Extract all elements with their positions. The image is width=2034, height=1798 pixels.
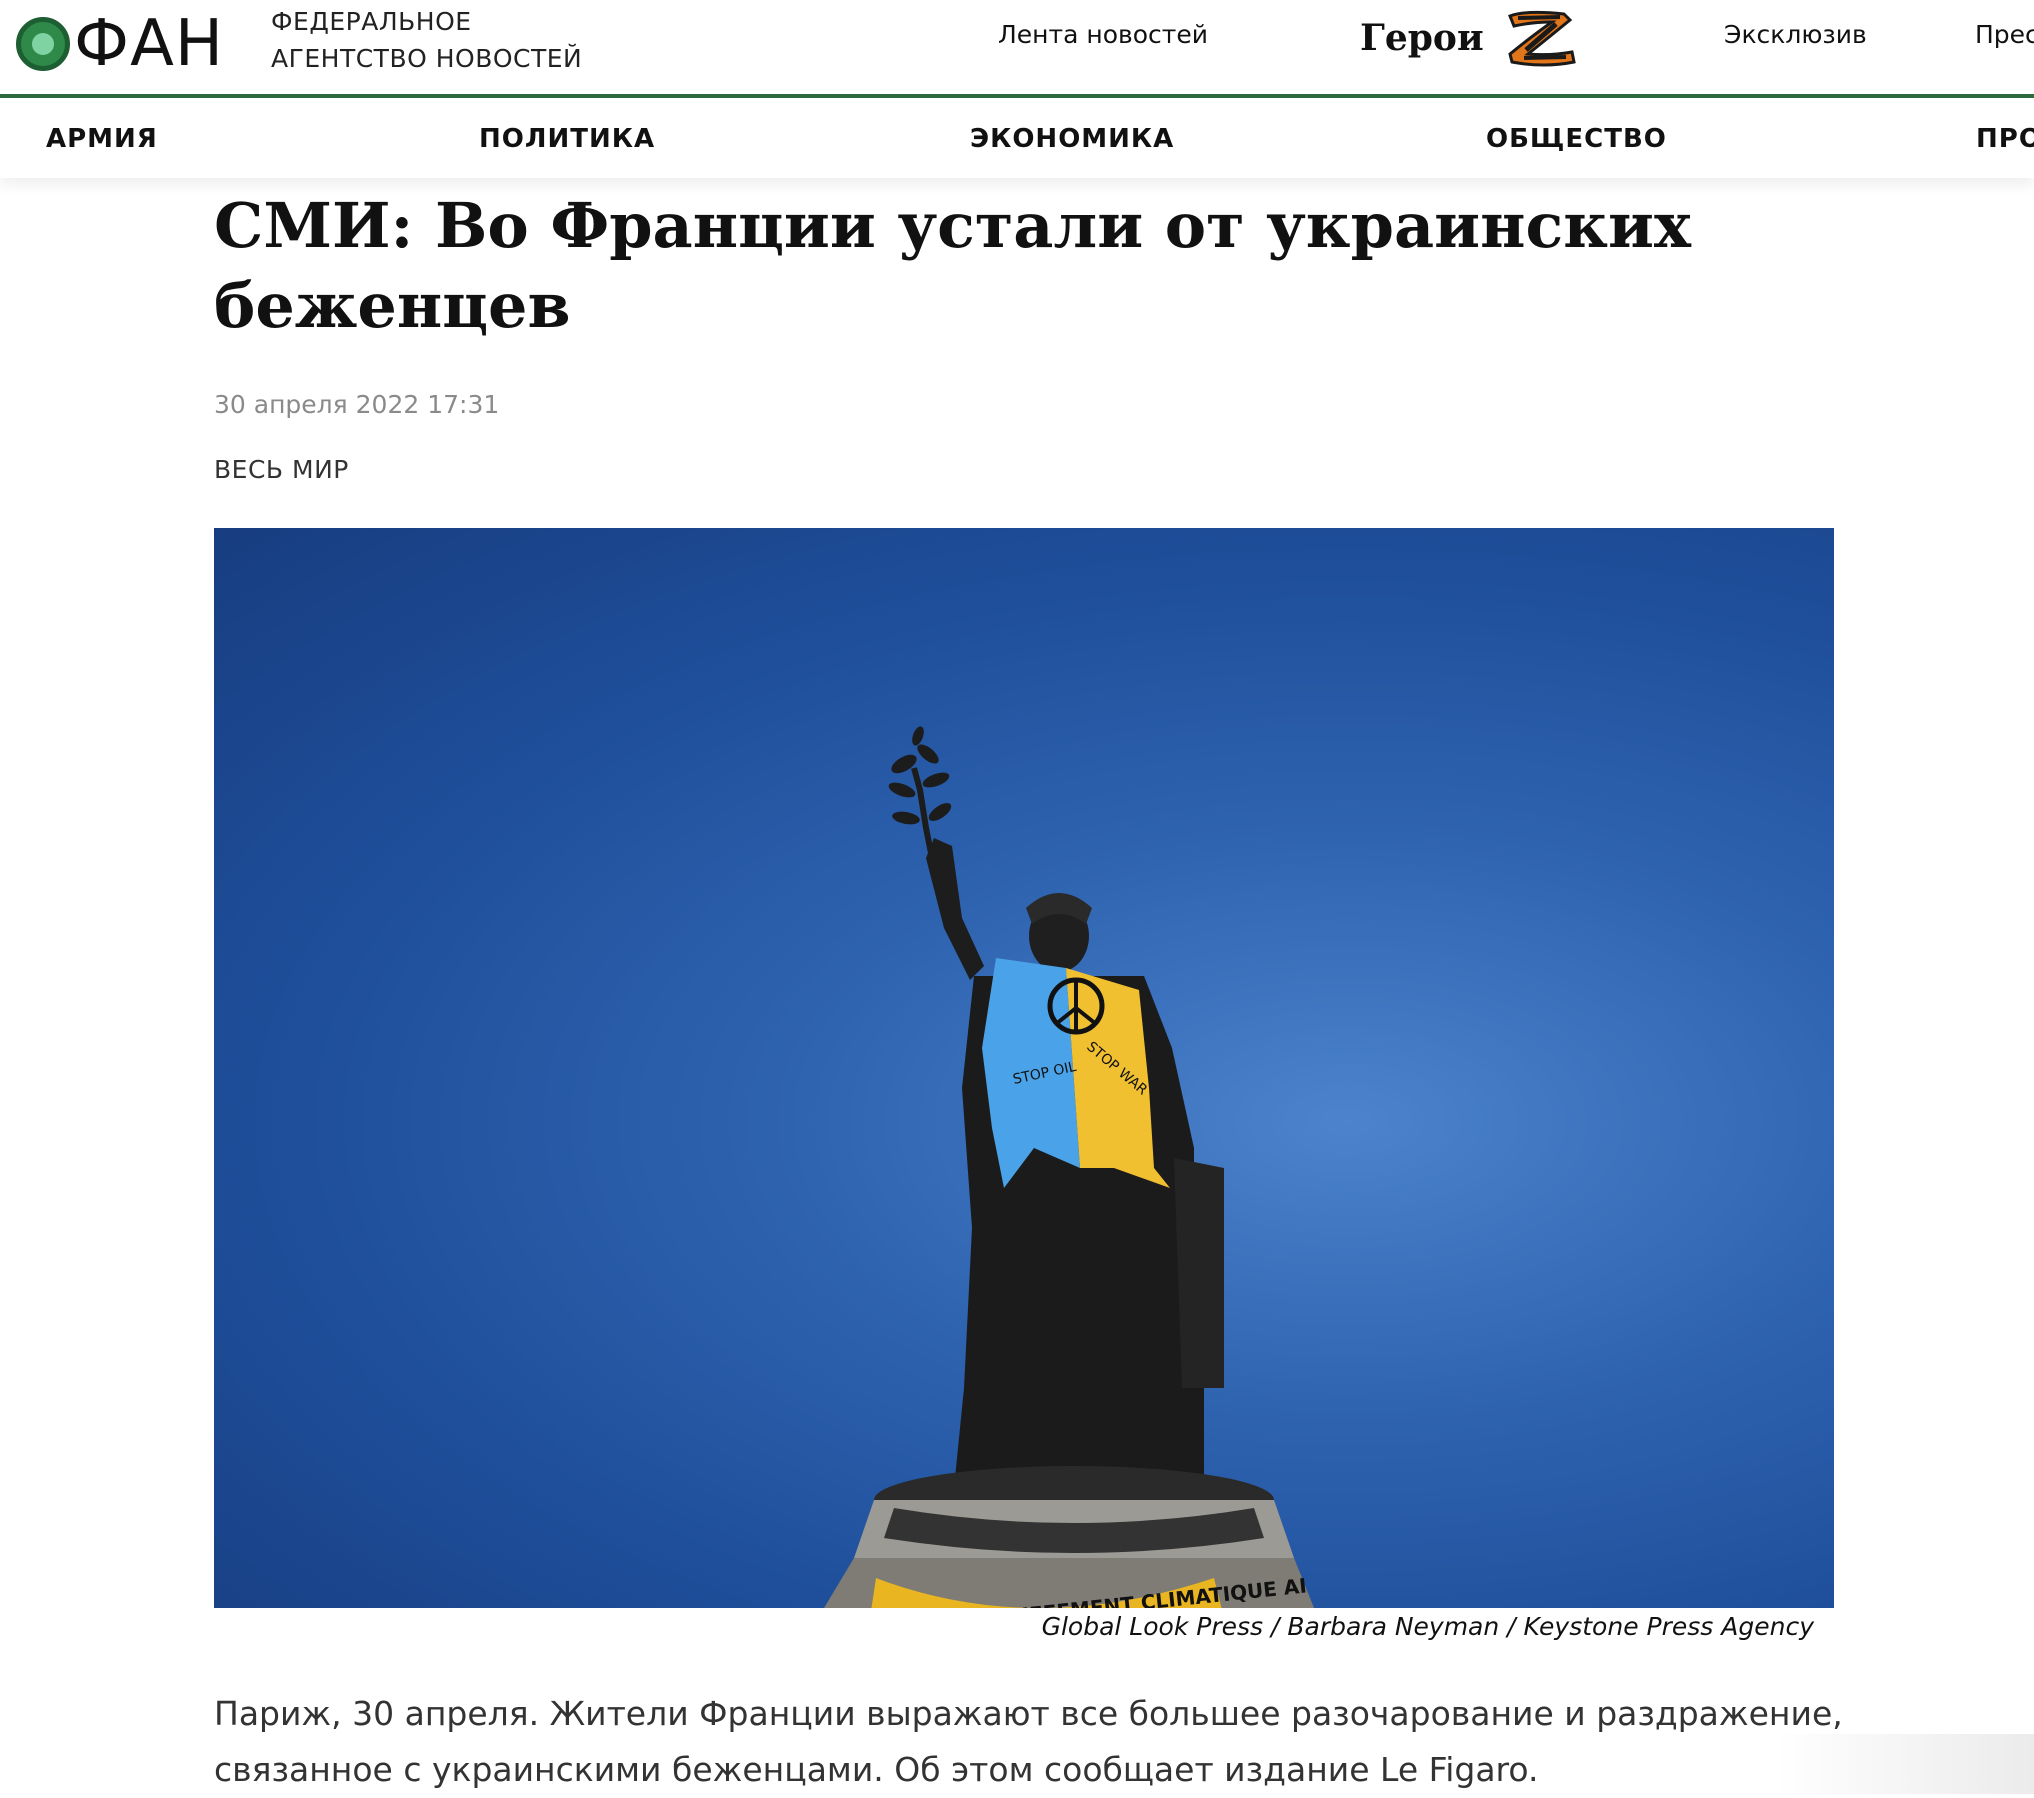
article-photo: STOP OIL STOP WAR LE RECHAUFFEMENT CLIMA… bbox=[214, 528, 1834, 1608]
z-ribbon-icon bbox=[1507, 10, 1576, 67]
photo-credit: Global Look Press / Barbara Neyman / Key… bbox=[1041, 1612, 1814, 1641]
category-society[interactable]: ОБЩЕСТВО bbox=[1486, 124, 1667, 154]
article-lead: Париж, 30 апреля. Жители Франции выражаю… bbox=[214, 1694, 1843, 1789]
site-header: ФАН ФЕДЕРАЛЬНОЕ АГЕНТСТВО НОВОСТЕЙ Лента… bbox=[0, 0, 2034, 94]
category-army[interactable]: АРМИЯ bbox=[46, 124, 158, 154]
logo-subtitle-line2: АГЕНТСТВО НОВОСТЕЙ bbox=[271, 44, 583, 73]
statue-photo-icon: STOP OIL STOP WAR LE RECHAUFFEMENT CLIMA… bbox=[824, 726, 1314, 1608]
article-rubric[interactable]: ВЕСЬ МИР bbox=[214, 455, 349, 484]
logo-subtitle-line1: ФЕДЕРАЛЬНОЕ bbox=[271, 7, 472, 36]
nav-news-feed[interactable]: Лента новостей bbox=[998, 20, 1208, 49]
category-nav: АРМИЯ ПОЛИТИКА ЭКОНОМИКА ОБЩЕСТВО ПРО bbox=[0, 98, 2034, 178]
category-economy[interactable]: ЭКОНОМИКА bbox=[970, 124, 1174, 154]
nav-exclusive[interactable]: Эксклюзив bbox=[1724, 20, 1867, 49]
logo-subtitle: ФЕДЕРАЛЬНОЕ АГЕНТСТВО НОВОСТЕЙ bbox=[271, 3, 582, 77]
scroll-fade bbox=[1774, 1734, 2034, 1794]
site-logo[interactable]: ФАН bbox=[16, 4, 224, 84]
article-date: 30 апреля 2022 17:31 bbox=[214, 390, 500, 419]
nav-heroes-label: Герои bbox=[1360, 17, 1484, 59]
article-title: СМИ: Во Франции устали от украинских беж… bbox=[214, 189, 1691, 342]
nav-press[interactable]: Прес bbox=[1975, 20, 2034, 49]
logo-text: ФАН bbox=[74, 7, 224, 81]
nav-heroes[interactable]: Герои bbox=[1360, 8, 1578, 68]
logo-globe-icon bbox=[16, 17, 70, 71]
category-more[interactable]: ПРО bbox=[1976, 124, 2034, 154]
category-politics[interactable]: ПОЛИТИКА bbox=[479, 124, 655, 154]
